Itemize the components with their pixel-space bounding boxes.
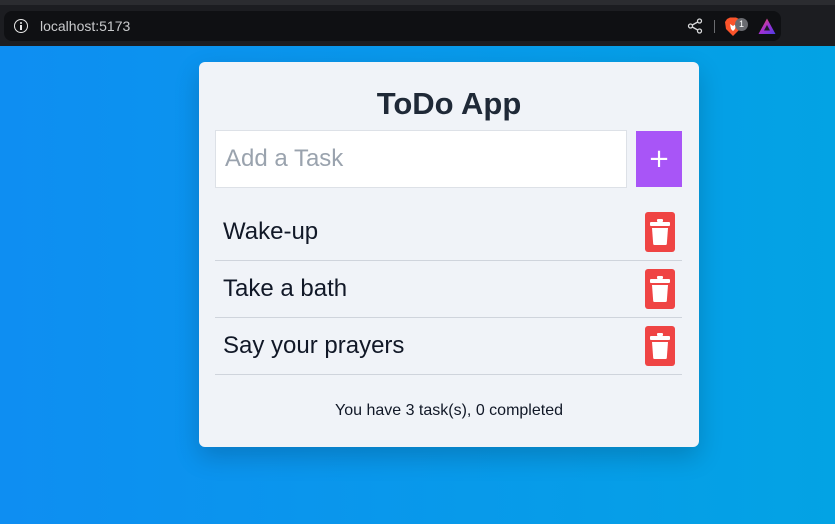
delete-task-button[interactable]	[645, 269, 675, 309]
share-icon[interactable]	[687, 18, 703, 34]
task-input[interactable]	[215, 130, 627, 188]
trash-icon	[650, 276, 670, 302]
todo-card: ToDo App + Wake-up Take a bath	[199, 62, 699, 447]
task-list: Wake-up Take a bath Say your prayers	[215, 204, 682, 375]
browser-toolbar: localhost:5173 1	[0, 0, 835, 46]
list-item: Wake-up	[215, 204, 682, 261]
add-task-button[interactable]: +	[636, 131, 682, 187]
toolbar-divider	[714, 20, 715, 33]
trash-icon	[650, 219, 670, 245]
rewards-triangle-icon[interactable]	[758, 18, 776, 35]
list-item: Say your prayers	[215, 318, 682, 375]
list-item: Take a bath	[215, 261, 682, 318]
delete-task-button[interactable]	[645, 326, 675, 366]
task-status: You have 3 task(s), 0 completed	[335, 402, 563, 419]
delete-task-button[interactable]	[645, 212, 675, 252]
info-icon[interactable]	[14, 19, 28, 33]
app-title: ToDo App	[376, 86, 522, 121]
task-text[interactable]: Wake-up	[223, 218, 318, 246]
brave-badge-count: 1	[735, 18, 748, 31]
url-text[interactable]: localhost:5173	[40, 18, 130, 34]
task-text[interactable]: Take a bath	[223, 275, 347, 303]
trash-icon	[650, 333, 670, 359]
address-bar[interactable]: localhost:5173 1	[4, 11, 781, 41]
task-text[interactable]: Say your prayers	[223, 332, 404, 360]
